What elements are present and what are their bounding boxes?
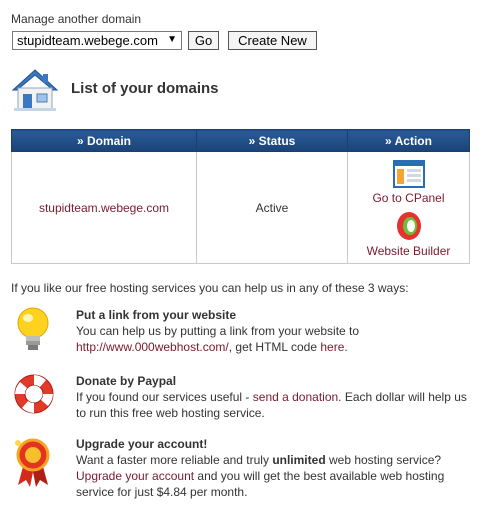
way-text: Want a faster more reliable and truly [76, 453, 273, 467]
website-builder-link[interactable]: Website Builder [348, 244, 469, 258]
domain-table: » Domain » Status » Action stupidteam.we… [11, 129, 470, 264]
lifebuoy-icon [14, 374, 54, 414]
domain-select[interactable]: stupidteam.webege.com ▼ [12, 31, 182, 50]
way-text: , get HTML code [228, 340, 321, 354]
lightbulb-icon [17, 307, 49, 350]
page-title: List of your domains [71, 80, 219, 97]
way-text: . [344, 340, 348, 354]
html-code-here-link[interactable]: here [320, 340, 344, 354]
dropdown-arrow-icon[interactable]: ▼ [167, 34, 177, 45]
way-text-bold: unlimited [272, 453, 326, 467]
website-builder-icon[interactable] [395, 211, 423, 241]
column-header-status: » Status [196, 129, 348, 152]
table-row: stupidteam.webege.com Active Go to CPane… [11, 151, 470, 264]
help-intro-text: If you like our free hosting services yo… [11, 281, 409, 295]
upgrade-account-link[interactable]: Upgrade your account [76, 469, 194, 483]
way-text: If you found our services useful - [76, 390, 253, 404]
create-new-button[interactable]: Create New [228, 31, 317, 50]
way-upgrade: Upgrade your account! Want a faster more… [76, 436, 476, 500]
house-icon [11, 69, 59, 111]
way-title: Upgrade your account! [76, 437, 208, 451]
domain-link[interactable]: stupidteam.webege.com [39, 201, 169, 215]
status-text: Active [255, 200, 289, 215]
column-header-domain: » Domain [11, 129, 197, 152]
cpanel-action[interactable]: Go to CPanel [348, 159, 469, 205]
cpanel-icon[interactable] [392, 159, 425, 188]
go-button[interactable]: Go [188, 31, 219, 50]
send-donation-link[interactable]: send a donation [253, 390, 338, 404]
way-link: Put a link from your website You can hel… [76, 307, 476, 355]
way-title: Put a link from your website [76, 308, 237, 322]
website-builder-action[interactable]: Website Builder [348, 211, 469, 258]
manage-domain-label: Manage another domain [11, 12, 142, 26]
domain-select-value: stupidteam.webege.com [17, 33, 158, 48]
way-donate: Donate by Paypal If you found our servic… [76, 373, 476, 421]
column-header-action: » Action [347, 129, 470, 152]
ribbon-icon [15, 438, 50, 487]
go-to-cpanel-link[interactable]: Go to CPanel [348, 191, 469, 205]
way-text: web hosting service? [325, 453, 442, 467]
webhost-link[interactable]: http://www.000webhost.com/ [76, 340, 229, 354]
way-title: Donate by Paypal [76, 374, 177, 388]
way-text: You can help us by putting a link from y… [76, 324, 360, 338]
